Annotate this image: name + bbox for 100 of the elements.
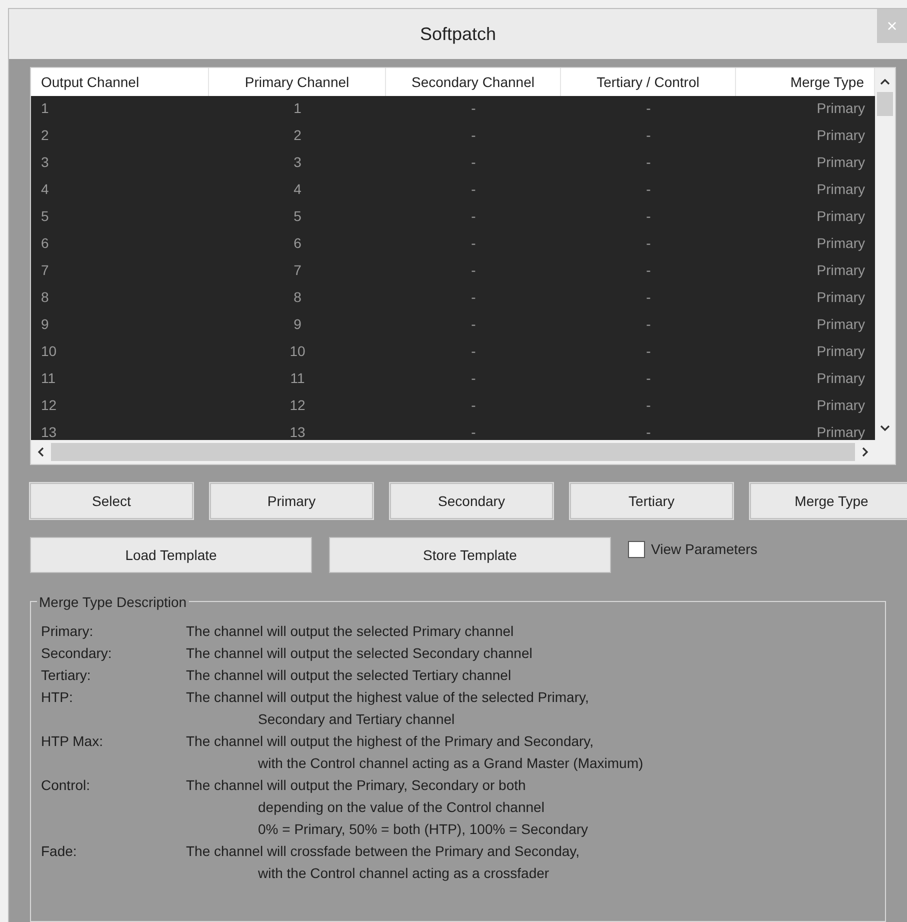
table-cell-text: 13 — [288, 423, 306, 440]
action-button[interactable]: Secondary — [390, 483, 553, 519]
table-cell-text: - — [645, 207, 652, 226]
table-cell-text: - — [645, 288, 652, 307]
table-cell-text: 8 — [40, 288, 50, 307]
table-cell-text: - — [645, 180, 652, 199]
table-cell-text: 2 — [292, 126, 302, 145]
scroll-right-icon[interactable] — [861, 447, 869, 457]
table-cell-text: 12 — [288, 396, 306, 415]
table-cell-text: 8 — [292, 288, 302, 307]
table-cell-text: Primary — [816, 153, 866, 172]
table-cell-text: Primary — [816, 234, 866, 253]
table-cell-text: Primary — [816, 99, 866, 118]
table-cell-text: 1 — [292, 99, 302, 118]
table-cell-text: - — [645, 396, 652, 415]
table-cell-text: 3 — [292, 153, 302, 172]
scroll-up-icon[interactable] — [880, 78, 890, 86]
window-title: Softpatch — [420, 23, 496, 46]
table-cell-text: Primary — [816, 288, 866, 307]
scrollbar-thumb[interactable] — [51, 443, 855, 461]
table-cell-text: Primary — [816, 369, 866, 388]
table-cell-text: Primary — [816, 315, 866, 334]
table-cell-text: 5 — [40, 207, 50, 226]
description-text: depending on the value of the Control channel — [257, 798, 546, 817]
table-cell-text: - — [470, 207, 477, 226]
table-cell-text: 6 — [292, 234, 302, 253]
action-button[interactable]: Select — [30, 483, 193, 519]
description-text: 0% = Primary, 50% = both (HTP), 100% = Secondary — [257, 820, 588, 839]
checkbox-label: View Parameters — [651, 540, 758, 559]
description-text: The channel will output the selected Primary channel — [186, 622, 514, 641]
table-cell-text: - — [645, 342, 652, 361]
table-cell-text: 5 — [292, 207, 302, 226]
table-cell-text: 4 — [292, 180, 302, 199]
description-text: The channel will output the Primary, Secondary or both — [186, 776, 527, 795]
description-text: The channel will output the selected Secondary channel — [186, 644, 532, 663]
table-cell-text: - — [645, 261, 652, 280]
table-cell-text: 3 — [40, 153, 50, 172]
table-cell-text: Primary — [816, 396, 866, 415]
table-cell-text: 9 — [292, 315, 302, 334]
merge-type-label: HTP Max: — [41, 732, 104, 751]
merge-type-label: Primary: — [41, 622, 94, 641]
view-parameters-checkbox[interactable] — [628, 541, 645, 558]
description-text: Secondary and Tertiary channel — [257, 710, 456, 729]
table-cell-text: - — [645, 315, 652, 334]
table-cell-text: 7 — [292, 261, 302, 280]
table-cell-text: - — [645, 153, 652, 172]
table-cell-text: - — [470, 342, 477, 361]
action-button[interactable]: Primary — [210, 483, 373, 519]
table-cell-text: - — [470, 396, 477, 415]
scroll-left-icon[interactable] — [37, 447, 45, 457]
table-cell-text: - — [470, 288, 477, 307]
description-text: The channel will output the highest of the Primary and Secondary, — [186, 732, 595, 751]
table-cell-text: 4 — [40, 180, 50, 199]
scroll-down-icon[interactable] — [880, 424, 890, 432]
merge-type-label: Fade: — [41, 842, 78, 861]
table-cell-text: 13 — [40, 423, 58, 440]
table-cell-text: - — [470, 234, 477, 253]
table-cell-text: - — [470, 423, 477, 440]
vertical-scrollbar[interactable] — [875, 68, 895, 440]
table-cell-text: Primary — [816, 207, 866, 226]
template-button[interactable]: Load Template — [30, 537, 312, 573]
table-cell-text: Primary — [816, 180, 866, 199]
table-cell-text: - — [645, 369, 652, 388]
table-cell-text: - — [470, 369, 477, 388]
merge-type-label: HTP: — [41, 688, 74, 707]
table-cell-text: Primary — [816, 261, 866, 280]
table-cell-text: 1 — [40, 99, 50, 118]
merge-type-label: Tertiary: — [41, 666, 92, 685]
table-cell-text: - — [470, 180, 477, 199]
table-cell-text: - — [470, 261, 477, 280]
description-text: with the Control channel acting as a Grand Master (Maximum) — [257, 754, 644, 773]
table-cell-text: - — [470, 99, 477, 118]
table-cell-text: Primary — [816, 342, 866, 361]
table-cell-text: 2 — [40, 126, 50, 145]
table-cell-text: 7 — [40, 261, 50, 280]
table-cell-text: - — [470, 126, 477, 145]
table-cell-text: 10 — [288, 342, 306, 361]
template-button[interactable]: Store Template — [329, 537, 611, 573]
table-cell-text: - — [470, 315, 477, 334]
table-cell-text: - — [645, 126, 652, 145]
merge-type-label: Secondary: — [41, 644, 113, 663]
description-text: The channel will output the highest value of the selected Primary, — [186, 688, 589, 707]
description-text: with the Control channel acting as a crossfader — [257, 864, 550, 883]
table-cell-text: 12 — [40, 396, 58, 415]
table-cell-text: 11 — [289, 369, 306, 388]
table-cell-text: 9 — [40, 315, 50, 334]
table-cell-text: 11 — [40, 369, 57, 388]
horizontal-scrollbar[interactable] — [31, 440, 895, 464]
action-button[interactable]: Tertiary — [570, 483, 733, 519]
table-cell-text: - — [645, 99, 652, 118]
scrollbar-thumb[interactable] — [877, 92, 893, 116]
table-cell-text: 6 — [40, 234, 50, 253]
action-button[interactable]: Merge Type — [750, 483, 907, 519]
description-text: The channel will crossfade between the Primary and Seconday, — [186, 842, 580, 861]
merge-type-label: Control: — [41, 776, 92, 795]
table-cell-text: 10 — [40, 342, 58, 361]
table-cell-text: Primary — [816, 126, 866, 145]
table-cell-text: Primary — [816, 423, 866, 440]
table-cell-text: - — [645, 234, 652, 253]
table-cell-text: - — [645, 423, 652, 440]
